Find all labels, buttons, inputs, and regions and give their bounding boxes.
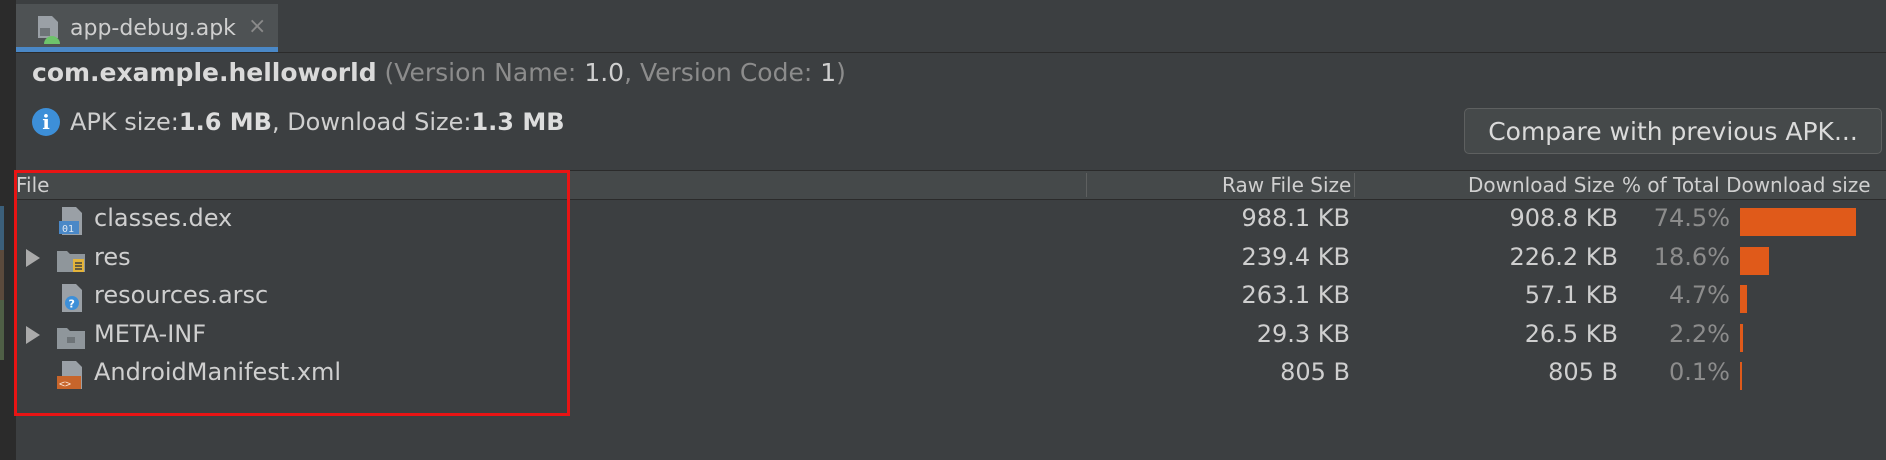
column-divider[interactable]: [1354, 173, 1355, 197]
download-share-bar: [1740, 246, 1769, 275]
compare-with-previous-apk-button[interactable]: Compare with previous APK...: [1464, 108, 1882, 154]
apk-size-info: i APK size: 1.6 MB , Download Size: 1.3 …: [32, 108, 565, 136]
package-name: com.example.helloworld: [32, 58, 377, 87]
version-name: 1.0: [584, 58, 625, 87]
package-info: com.example.helloworld (Version Name: 1.…: [32, 58, 846, 87]
gutter-marker: [0, 300, 4, 360]
download-size: 226.2 KB: [1509, 242, 1618, 271]
column-header-raw-size[interactable]: Raw File Size: [1222, 173, 1351, 197]
download-size-label: , Download Size:: [271, 108, 472, 136]
download-size: 805 B: [1548, 358, 1618, 386]
version-info: (Version Name: 1.0, Version Code: 1): [385, 58, 846, 87]
gutter-marker: [0, 250, 4, 300]
download-share-bar: [1740, 285, 1747, 313]
tab-app-debug-apk[interactable]: app-debug.apk ×: [16, 4, 278, 52]
percent-of-total: 4.7%: [1669, 281, 1730, 309]
highlight-box: [14, 170, 570, 416]
raw-file-size: 988.1 KB: [1241, 204, 1350, 232]
download-size: 57.1 KB: [1524, 281, 1618, 309]
download-share-bar: [1740, 323, 1743, 352]
download-share-bar: [1740, 208, 1856, 236]
column-header-percent[interactable]: % of Total Download size: [1622, 173, 1871, 197]
download-size: 908.8 KB: [1509, 204, 1618, 232]
tab-active-indicator: [16, 47, 278, 52]
raw-file-size: 29.3 KB: [1256, 319, 1350, 348]
percent-of-total: 0.1%: [1669, 358, 1730, 386]
column-header-download-size[interactable]: Download Size: [1468, 173, 1615, 197]
apk-size-label: APK size:: [70, 108, 179, 136]
percent-of-total: 2.2%: [1669, 319, 1730, 348]
column-divider[interactable]: [1086, 173, 1087, 197]
percent-of-total: 18.6%: [1653, 242, 1730, 271]
version-prefix: (Version Name:: [384, 58, 585, 87]
editor-tab-bar: app-debug.apk ×: [16, 0, 1886, 53]
apk-size-value: 1.6 MB: [178, 108, 272, 136]
tab-title: app-debug.apk: [70, 16, 236, 41]
download-size: 26.5 KB: [1524, 319, 1618, 348]
close-icon[interactable]: ×: [248, 14, 266, 39]
apk-file-icon: [38, 16, 60, 44]
raw-file-size: 263.1 KB: [1241, 281, 1350, 309]
version-separator: , Version Code:: [624, 58, 821, 87]
version-suffix: ): [836, 58, 846, 87]
download-share-bar: [1740, 362, 1742, 390]
percent-of-total: 74.5%: [1653, 204, 1730, 232]
gutter-marker: [0, 206, 4, 250]
raw-file-size: 805 B: [1280, 358, 1350, 386]
info-icon: i: [32, 108, 60, 136]
version-code: 1: [820, 58, 837, 87]
raw-file-size: 239.4 KB: [1241, 242, 1350, 271]
download-size-value: 1.3 MB: [471, 108, 565, 136]
